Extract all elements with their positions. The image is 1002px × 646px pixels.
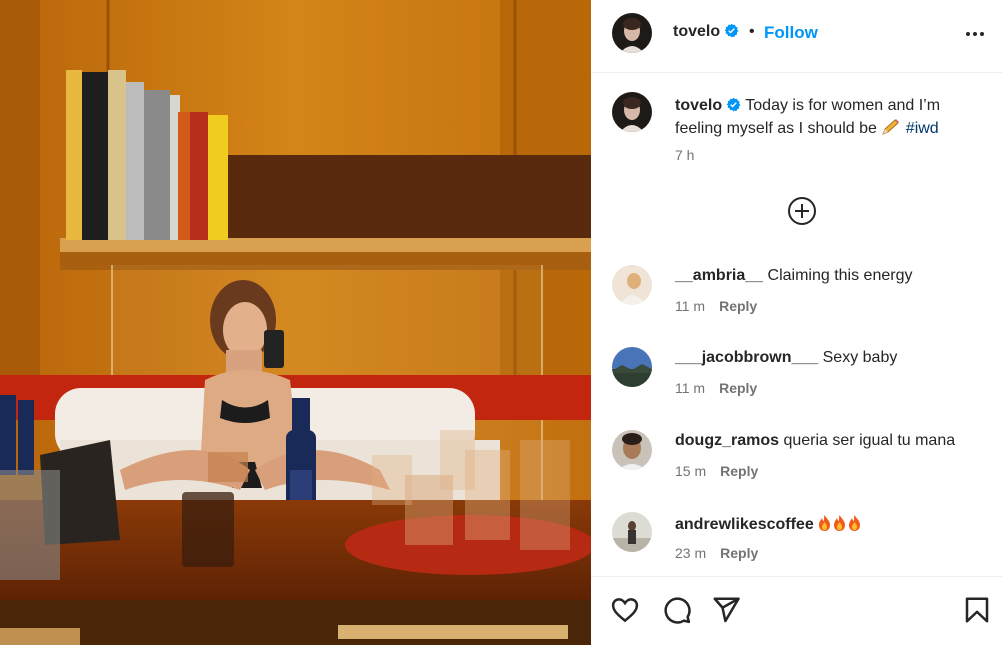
comment-body [818,515,863,533]
caption-timestamp[interactable]: 7 h [675,147,694,163]
author-avatar[interactable] [612,13,652,53]
reply-button[interactable]: Reply [720,463,758,479]
reply-button[interactable]: Reply [719,298,757,314]
post-side-panel: tovelo • Follow tovelo Today is for wome… [591,0,1002,645]
fire-emoji-icon [819,515,831,531]
hashtag-link[interactable]: #iwd [906,120,939,137]
post-action-bar [591,576,1002,646]
pencil-emoji-icon [882,119,900,135]
post-photo[interactable] [0,0,591,645]
commenter-avatar[interactable] [612,430,652,470]
comment-text: __ambria__ Claiming this energy [675,267,912,285]
comment-meta: 15 m Reply [675,463,758,479]
more-options-icon[interactable] [963,22,987,46]
comment-time[interactable]: 23 m [675,545,706,561]
comment-time[interactable]: 11 m [675,380,705,396]
header-separator: • [749,23,755,40]
follow-button[interactable]: Follow [764,23,818,43]
caption-username[interactable]: tovelo [675,97,722,114]
comment-item: andrewlikescoffee 23 m Reply [591,512,1002,582]
comment-username[interactable]: andrewlikescoffee [675,516,814,533]
comment-username[interactable]: dougz_ramos [675,432,779,449]
reply-button[interactable]: Reply [720,545,758,561]
comment-username[interactable]: ___jacobbrown___ [675,349,818,366]
commenter-avatar[interactable] [612,512,652,552]
comment-body: queria ser igual tu mana [783,432,956,449]
comment-time[interactable]: 11 m [675,298,705,314]
commenter-avatar[interactable] [612,347,652,387]
instagram-post-modal: tovelo • Follow tovelo Today is for wome… [0,0,1002,645]
like-heart-icon[interactable] [610,595,642,627]
comment-body: Claiming this energy [767,267,913,284]
fire-emoji-icon [849,515,861,531]
comment-body: Sexy baby [822,349,898,366]
verified-badge-icon [726,97,741,112]
comment-item: dougz_ramos queria ser igual tu mana 15 … [591,430,1002,500]
reply-button[interactable]: Reply [719,380,757,396]
comment-text: dougz_ramos queria ser igual tu mana [675,432,955,450]
comment-meta: 11 m Reply [675,380,757,396]
fire-emoji-icon [834,515,846,531]
comment-item: ___jacobbrown___ Sexy baby 11 m Reply [591,347,1002,417]
comment-meta: 11 m Reply [675,298,757,314]
comment-text: ___jacobbrown___ Sexy baby [675,349,897,367]
caption-avatar[interactable] [612,92,652,132]
post-photo-illustration [0,0,591,645]
load-more-comments-icon[interactable] [787,196,817,226]
caption-text: tovelo Today is for women and I’m feelin… [675,94,975,140]
comment-username[interactable]: __ambria__ [675,267,763,284]
comment-item: __ambria__ Claiming this energy 11 m Repl… [591,265,1002,335]
verified-badge-icon [724,23,739,38]
share-icon[interactable] [711,595,743,627]
comment-icon[interactable] [662,595,694,627]
author-username[interactable]: tovelo [673,23,739,41]
save-bookmark-icon[interactable] [962,595,994,627]
comment-meta: 23 m Reply [675,545,758,561]
commenter-avatar[interactable] [612,265,652,305]
comment-time[interactable]: 15 m [675,463,706,479]
post-header: tovelo • Follow [591,0,1002,73]
comment-text: andrewlikescoffee [675,514,863,534]
